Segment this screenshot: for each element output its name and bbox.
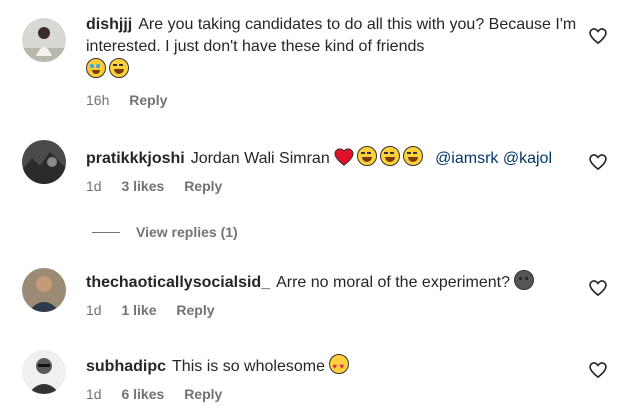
comment-body: This is so wholesome [172, 358, 325, 375]
comment-username[interactable]: pratikkkjoshi [86, 150, 185, 167]
like-heart-icon[interactable] [588, 26, 608, 46]
comment-body: Arre no moral of the experiment? [276, 274, 510, 291]
reply-button[interactable]: Reply [176, 302, 214, 318]
comment-time: 1d [86, 178, 102, 194]
red-heart-emoji-icon [334, 148, 354, 166]
comment-text: dishjjj Are you taking candidates to do a… [86, 14, 578, 82]
like-heart-icon[interactable] [588, 152, 608, 172]
reply-button[interactable]: Reply [129, 92, 167, 108]
laughing-emoji-icon [357, 146, 378, 166]
comment-username[interactable]: thechaoticallysocialsid_ [86, 274, 270, 291]
comment-time: 16h [86, 92, 110, 108]
reply-button[interactable]: Reply [184, 386, 222, 402]
laughing-emoji-icon [109, 58, 129, 78]
avatar[interactable] [22, 350, 66, 394]
comment-body: Are you taking candidates to do all this… [86, 16, 577, 55]
comment-text: pratikkkjoshi Jordan Wali Simran @iamsrk … [86, 146, 578, 170]
avatar[interactable] [22, 18, 66, 62]
comment-meta: 16h Reply [86, 90, 578, 110]
likes-count[interactable]: 3 likes [121, 178, 164, 194]
reply-button[interactable]: Reply [184, 178, 222, 194]
like-heart-icon[interactable] [588, 278, 608, 298]
comment-meta: 1d 6 likes Reply [86, 384, 578, 404]
comment-meta: 1d 3 likes Reply [86, 176, 578, 196]
laughing-emoji-icon [403, 146, 424, 166]
view-replies[interactable]: View replies (1) [92, 222, 238, 242]
comment-username[interactable]: dishjjj [86, 16, 132, 33]
comment-username[interactable]: subhadipc [86, 358, 166, 375]
comment-time: 1d [86, 302, 102, 318]
divider-line [92, 231, 120, 233]
neutral-emoji-icon [514, 270, 535, 290]
comment-text: thechaoticallysocialsid_ Arre no moral of… [86, 270, 578, 294]
comment-mentions[interactable]: @iamsrk @kajol [435, 150, 552, 167]
comment-text: subhadipc This is so wholesome [86, 354, 578, 378]
comment-meta: 1d 1 like Reply [86, 300, 578, 320]
laughing-emoji-icon [380, 146, 401, 166]
heart-eyes-emoji-icon [329, 354, 350, 378]
comment-time: 1d [86, 386, 102, 402]
avatar[interactable] [22, 140, 66, 184]
comment-body: Jordan Wali Simran [190, 150, 330, 167]
avatar[interactable] [22, 268, 66, 312]
likes-count[interactable]: 1 like [121, 302, 156, 318]
crying-emoji-icon [86, 58, 106, 78]
view-replies-label[interactable]: View replies (1) [136, 224, 238, 240]
like-heart-icon[interactable] [588, 360, 608, 380]
likes-count[interactable]: 6 likes [121, 386, 164, 402]
